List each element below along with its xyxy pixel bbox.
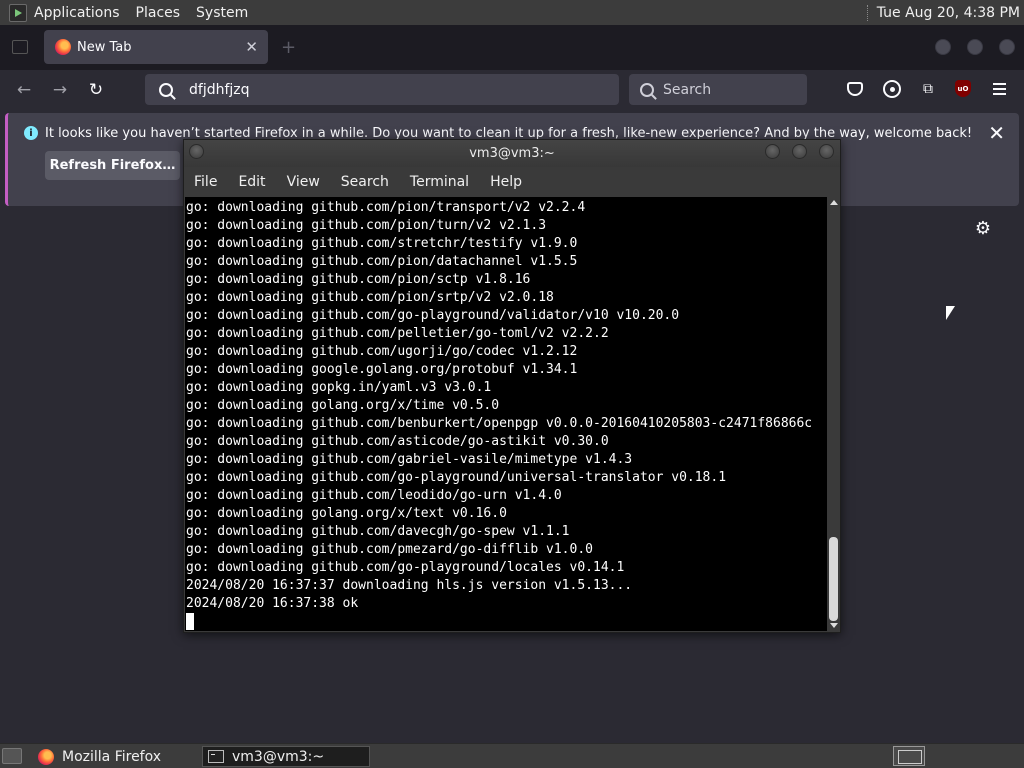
menu-system[interactable]: System: [196, 5, 248, 21]
terminal-menubar: File Edit View Search Terminal Help: [184, 168, 840, 195]
terminal-line: 2024/08/20 16:37:37 downloading hls.js v…: [186, 578, 633, 593]
account-icon[interactable]: [883, 80, 901, 98]
tab-overview-icon[interactable]: [12, 40, 28, 54]
search-icon: [640, 82, 654, 97]
minimize-window-button[interactable]: [935, 39, 951, 55]
menu-file[interactable]: File: [194, 174, 217, 190]
terminal-output: go: downloading github.com/pion/transpor…: [185, 199, 827, 613]
clock-area: Tue Aug 20, 4:38 PM: [866, 4, 1020, 21]
terminal-line: go: downloading golang.org/x/text v0.16.…: [186, 506, 507, 521]
terminal-line: go: downloading github.com/pion/transpor…: [186, 200, 586, 215]
new-tab-button[interactable]: +: [281, 37, 296, 58]
scroll-down-arrow-icon[interactable]: [830, 623, 838, 628]
search-bar[interactable]: Search: [629, 74, 807, 105]
terminal-line: go: downloading google.golang.org/protob…: [186, 362, 578, 377]
close-tab-icon[interactable]: ✕: [245, 38, 258, 56]
forward-arrow-icon[interactable]: →: [48, 78, 72, 102]
terminal-title: vm3@vm3:~: [469, 146, 555, 161]
taskbar-item-label: vm3@vm3:~: [232, 748, 325, 765]
close-window-button[interactable]: [999, 39, 1015, 55]
url-input[interactable]: dfjdhfjzq: [189, 82, 250, 98]
scrollbar-thumb[interactable]: [829, 537, 838, 621]
bottom-panel: Mozilla Firefox vm3@vm3:~: [0, 743, 1024, 768]
search-input[interactable]: Search: [663, 82, 711, 98]
terminal-line: go: downloading golang.org/x/time v0.5.0: [186, 398, 500, 413]
terminal-line: go: downloading github.com/pion/turn/v2 …: [186, 218, 547, 233]
terminal-line: go: downloading github.com/go-playground…: [186, 470, 727, 485]
terminal-line: go: downloading github.com/davecgh/go-sp…: [186, 524, 570, 539]
terminal-line: go: downloading github.com/leodido/go-ur…: [186, 488, 562, 503]
menu-places[interactable]: Places: [136, 5, 181, 21]
top-panel: Applications Places System Tue Aug 20, 4…: [0, 0, 1024, 25]
clock[interactable]: Tue Aug 20, 4:38 PM: [877, 5, 1020, 21]
scroll-up-arrow-icon[interactable]: [830, 200, 838, 205]
close-button[interactable]: [819, 144, 834, 159]
maximize-button[interactable]: [792, 144, 807, 159]
terminal-line: go: downloading github.com/pion/sctp v1.…: [186, 272, 531, 287]
terminal-line: 2024/08/20 16:37:38 ok: [186, 596, 359, 611]
terminal-line: go: downloading github.com/pelletier/go-…: [186, 326, 609, 341]
terminal-window: vm3@vm3:~ File Edit View Search Terminal…: [183, 139, 841, 633]
terminal-line: go: downloading github.com/go-playground…: [186, 560, 625, 575]
hamburger-menu-icon[interactable]: [993, 83, 1006, 95]
back-arrow-icon[interactable]: ←: [12, 78, 36, 102]
taskbar-item-label: Mozilla Firefox: [62, 748, 162, 765]
maximize-window-button[interactable]: [967, 39, 983, 55]
terminal-scrollbar[interactable]: [827, 197, 840, 631]
terminal-line: go: downloading github.com/pmezard/go-di…: [186, 542, 593, 557]
terminal-line: go: downloading github.com/gabriel-vasil…: [186, 452, 633, 467]
window-menu-button[interactable]: [189, 144, 204, 159]
firefox-logo-icon: [38, 748, 54, 765]
search-icon: [159, 82, 173, 97]
minimize-button[interactable]: [765, 144, 780, 159]
close-notification-icon[interactable]: ✕: [988, 121, 1005, 145]
terminal-line: go: downloading gopkg.in/yaml.v3 v3.0.1: [186, 380, 492, 395]
reload-icon[interactable]: ↻: [84, 78, 108, 102]
extensions-icon[interactable]: ⧉: [919, 80, 937, 98]
refresh-firefox-button[interactable]: Refresh Firefox…: [45, 151, 180, 180]
workspace-switcher[interactable]: [893, 746, 925, 766]
menu-view[interactable]: View: [287, 174, 320, 190]
panel-separator: [866, 4, 869, 21]
pocket-icon[interactable]: [847, 82, 863, 96]
tab-new-tab[interactable]: New Tab ✕: [44, 30, 268, 64]
terminal-icon: [208, 750, 224, 763]
menu-applications[interactable]: Applications: [34, 5, 120, 21]
terminal-line: go: downloading github.com/stretchr/test…: [186, 236, 578, 251]
terminal-line: go: downloading github.com/pion/srtp/v2 …: [186, 290, 554, 305]
taskbar-item-firefox[interactable]: Mozilla Firefox: [35, 746, 200, 767]
menu-edit[interactable]: Edit: [238, 174, 265, 190]
menu-help[interactable]: Help: [490, 174, 522, 190]
terminal-line: go: downloading github.com/pion/datachan…: [186, 254, 578, 269]
tab-title: New Tab: [77, 39, 132, 55]
taskbar-item-terminal[interactable]: vm3@vm3:~: [202, 746, 370, 767]
info-icon: i: [24, 126, 38, 140]
mouse-pointer-icon: [946, 306, 955, 320]
terminal-line: go: downloading github.com/go-playground…: [186, 308, 680, 323]
url-bar[interactable]: dfjdhfjzq: [145, 74, 619, 105]
gear-icon[interactable]: ⚙: [973, 218, 993, 239]
show-desktop-button[interactable]: [2, 748, 22, 764]
menu-terminal[interactable]: Terminal: [410, 174, 469, 190]
tab-bar: New Tab ✕ +: [0, 25, 1024, 70]
menu-search[interactable]: Search: [341, 174, 389, 190]
firefox-logo-icon: [55, 39, 71, 55]
applications-menu-icon[interactable]: [9, 3, 27, 22]
navigation-toolbar: ← → ↻ dfjdhfjzq Search ⧉ uO: [0, 70, 1024, 110]
terminal-line: go: downloading github.com/benburkert/op…: [186, 416, 813, 431]
terminal-titlebar[interactable]: vm3@vm3:~: [184, 140, 840, 167]
terminal-line: go: downloading github.com/ugorji/go/cod…: [186, 344, 578, 359]
terminal-screen[interactable]: go: downloading github.com/pion/transpor…: [185, 197, 827, 631]
terminal-cursor: [186, 613, 194, 630]
ublock-origin-icon[interactable]: uO: [955, 80, 971, 97]
terminal-line: go: downloading github.com/asticode/go-a…: [186, 434, 609, 449]
